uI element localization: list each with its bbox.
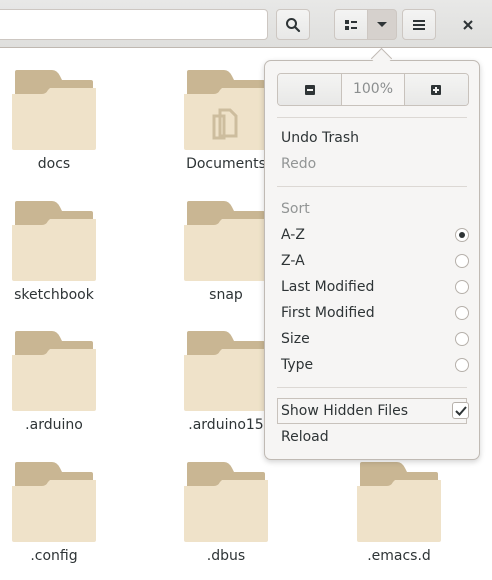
folder-icon — [357, 462, 441, 542]
radio-unselected[interactable] — [455, 280, 469, 294]
checkmark-icon — [454, 405, 467, 416]
radio-unselected[interactable] — [455, 306, 469, 320]
zoom-out-button[interactable] — [278, 74, 342, 105]
minus-icon — [304, 84, 315, 95]
file-item[interactable]: .config — [0, 460, 129, 580]
sort-option-label: First Modified — [281, 305, 375, 321]
folder-icon — [12, 331, 96, 411]
folder-icon — [184, 462, 268, 542]
show-hidden-checkbox[interactable] — [452, 402, 469, 419]
file-item[interactable]: .dbus — [151, 460, 301, 580]
folder-icon — [184, 201, 268, 281]
zoom-level: 100% — [341, 74, 405, 105]
folder-icon — [12, 70, 96, 150]
view-options-popover: 100% Undo Trash Redo Sort A-Z Z-A Last M… — [264, 60, 480, 460]
show-hidden-files-item[interactable]: Show Hidden Files — [281, 399, 471, 423]
redo-item[interactable]: Redo — [281, 152, 471, 176]
folder-icon — [184, 331, 268, 411]
search-button[interactable] — [276, 9, 310, 40]
documents-folder-icon — [184, 70, 268, 150]
file-item[interactable]: .arduino — [0, 329, 129, 449]
file-item[interactable]: .emacs.d — [324, 460, 474, 580]
file-name: sketchbook — [14, 287, 94, 303]
radio-unselected[interactable] — [455, 254, 469, 268]
sort-size-item[interactable]: Size — [281, 327, 471, 351]
sort-a-z-item[interactable]: A-Z — [281, 223, 471, 247]
zoom-controls: 100% — [277, 73, 469, 106]
reload-item[interactable]: Reload — [281, 425, 471, 449]
sort-option-label: Size — [281, 331, 310, 347]
file-name: .config — [30, 548, 78, 564]
hamburger-menu-icon — [413, 19, 425, 30]
chevron-down-icon — [377, 21, 387, 27]
separator — [277, 387, 467, 388]
radio-unselected[interactable] — [455, 358, 469, 372]
header-bar — [0, 0, 492, 48]
sort-option-label: Type — [281, 357, 314, 373]
sort-option-label: Last Modified — [281, 279, 375, 295]
zoom-in-button[interactable] — [404, 74, 468, 105]
folder-icon — [12, 462, 96, 542]
view-toggle-button[interactable] — [334, 9, 368, 40]
file-name: .emacs.d — [367, 548, 431, 564]
search-icon — [286, 17, 301, 32]
list-view-icon — [345, 19, 357, 30]
sort-last-modified-item[interactable]: Last Modified — [281, 275, 471, 299]
separator — [277, 186, 467, 187]
file-name: .dbus — [206, 548, 246, 564]
file-item[interactable]: sketchbook — [0, 199, 129, 319]
file-item[interactable]: docs — [0, 68, 129, 188]
sort-option-label: A-Z — [281, 227, 305, 243]
radio-unselected[interactable] — [455, 332, 469, 346]
sort-z-a-item[interactable]: Z-A — [281, 249, 471, 273]
sort-first-modified-item[interactable]: First Modified — [281, 301, 471, 325]
separator — [277, 117, 467, 118]
file-name: .arduino — [25, 417, 83, 433]
sort-option-label: Z-A — [281, 253, 305, 269]
main-menu-button[interactable] — [402, 9, 436, 40]
search-input[interactable] — [0, 9, 268, 40]
undo-trash-item[interactable]: Undo Trash — [281, 126, 471, 150]
folder-icon — [12, 201, 96, 281]
radio-selected[interactable] — [455, 228, 469, 242]
close-icon — [463, 19, 473, 30]
sort-heading: Sort — [281, 201, 310, 217]
sort-type-item[interactable]: Type — [281, 353, 471, 377]
show-hidden-label: Show Hidden Files — [281, 403, 409, 419]
plus-icon — [431, 84, 442, 95]
view-options-button[interactable] — [367, 9, 397, 40]
close-button[interactable] — [452, 9, 484, 40]
file-name: docs — [37, 156, 71, 172]
